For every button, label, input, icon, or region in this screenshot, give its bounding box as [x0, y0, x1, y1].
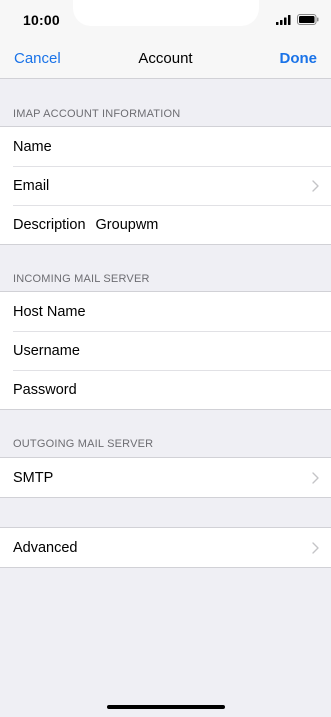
email-row[interactable]: Email: [0, 166, 331, 205]
smtp-label: SMTP: [13, 469, 54, 486]
status-time: 10:00: [23, 12, 60, 28]
done-button[interactable]: Done: [280, 50, 318, 67]
description-field[interactable]: Description Groupwm: [0, 205, 331, 244]
section-header-incoming: INCOMING MAIL SERVER: [13, 273, 150, 285]
host-name-label: Host Name: [13, 303, 86, 320]
host-name-field[interactable]: Host Name: [0, 292, 331, 331]
username-field[interactable]: Username: [0, 331, 331, 370]
outgoing-server-group: SMTP: [0, 457, 331, 498]
section-header-imap: IMAP ACCOUNT INFORMATION: [13, 108, 181, 120]
advanced-row[interactable]: Advanced: [0, 528, 331, 567]
chevron-right-icon: [312, 472, 319, 484]
name-field[interactable]: Name: [0, 127, 331, 166]
navigation-bar: Cancel Account Done: [0, 40, 331, 79]
imap-account-group: Name Email Description Groupwm: [0, 126, 331, 245]
status-bar: 10:00: [0, 0, 331, 40]
advanced-group: Advanced: [0, 527, 331, 568]
password-label: Password: [13, 381, 77, 398]
section-header-outgoing: OUTGOING MAIL SERVER: [13, 438, 154, 450]
notch: [73, 0, 259, 26]
signal-icon: [276, 15, 291, 25]
password-field[interactable]: Password: [0, 370, 331, 409]
incoming-server-group: Host Name Username Password: [0, 291, 331, 410]
description-value[interactable]: Groupwm: [96, 217, 159, 233]
cancel-button[interactable]: Cancel: [14, 50, 61, 67]
battery-icon: [297, 14, 319, 25]
account-settings-screen: 10:00 Cancel Account Done IMAP ACCOUNT I…: [0, 0, 331, 717]
chevron-right-icon: [312, 542, 319, 554]
email-label: Email: [13, 177, 50, 194]
name-label: Name: [13, 138, 52, 155]
home-indicator[interactable]: [107, 705, 225, 709]
advanced-label: Advanced: [13, 539, 78, 556]
username-label: Username: [13, 342, 80, 359]
description-label: Description: [13, 216, 86, 233]
smtp-row[interactable]: SMTP: [0, 458, 331, 497]
chevron-right-icon: [312, 180, 319, 192]
